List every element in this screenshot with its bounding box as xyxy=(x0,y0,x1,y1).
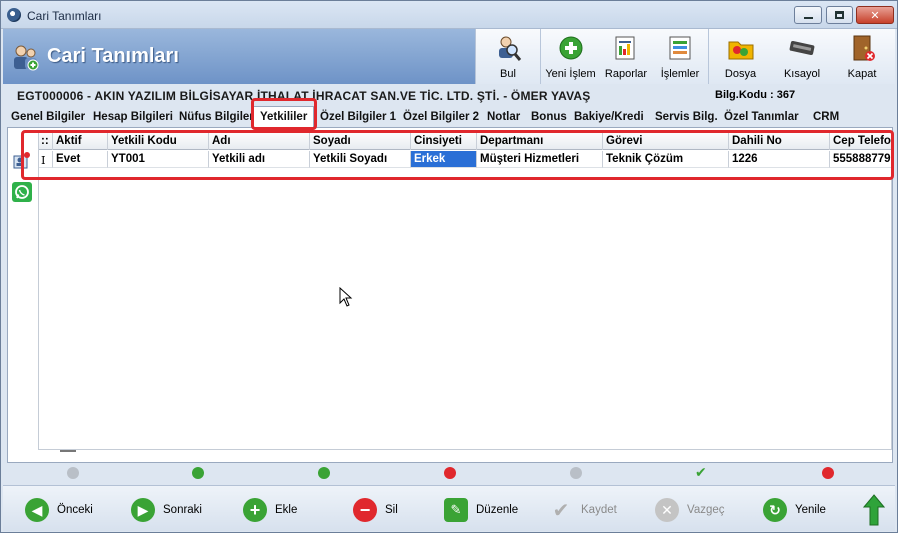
page-title: Cari Tanımları xyxy=(47,45,179,67)
close-button[interactable]: ✕ xyxy=(856,6,894,24)
refresh-icon: ↻ xyxy=(763,498,787,522)
arrow-left-icon: ◀ xyxy=(25,498,49,522)
arrow-up-icon[interactable] xyxy=(863,494,885,526)
new-transaction-label: Yeni İşlem xyxy=(545,68,596,80)
nav-prev-icon[interactable] xyxy=(67,467,79,479)
whatsapp-icon[interactable] xyxy=(11,181,33,203)
close-form-button[interactable]: Kapat xyxy=(832,29,892,84)
shortcut-button[interactable]: Kısayol xyxy=(772,29,832,84)
tab-strip: Genel Bilgiler Hesap Bilgileri Nüfus Bil… xyxy=(3,106,895,128)
edit-label: Düzenle xyxy=(476,504,519,516)
tab-highlight-box xyxy=(251,98,317,130)
tab-bakiye-kredi[interactable]: Bakiye/Kredi xyxy=(572,108,646,127)
mouse-cursor-icon xyxy=(339,287,353,307)
app-icon xyxy=(7,8,21,22)
operations-button[interactable]: İşlemler xyxy=(652,29,708,84)
reports-label: Raporlar xyxy=(604,68,648,80)
record-info: EGT000006 - AKIN YAZILIM BİLGİSAYAR İTHA… xyxy=(3,85,895,105)
find-button[interactable]: Bul xyxy=(476,29,540,84)
grid-footer-marker xyxy=(60,450,76,452)
edit-button[interactable]: ✎ Düzenle xyxy=(444,496,518,524)
add-circle-icon xyxy=(559,36,582,60)
users-icon xyxy=(14,45,39,71)
shortcut-label: Kısayol xyxy=(783,68,821,80)
window-title: Cari Tanımları xyxy=(27,9,102,23)
cancel-button[interactable]: ✕ Vazgeç xyxy=(655,496,725,524)
tab-ozel-bilgiler-2[interactable]: Özel Bilgiler 2 xyxy=(401,108,481,127)
close-icon: ✕ xyxy=(870,9,880,22)
file-label: Dosya xyxy=(724,68,757,80)
tab-servis-bilg[interactable]: Servis Bilg. xyxy=(653,108,720,127)
nav-next-icon[interactable] xyxy=(192,467,204,479)
tab-ozel-bilgiler-1[interactable]: Özel Bilgiler 1 xyxy=(318,108,398,127)
title-bar: Cari Tanımları ✕ xyxy=(1,1,897,29)
edit-icon: ✎ xyxy=(444,498,468,522)
checkmark-icon: ✔ xyxy=(552,499,570,522)
nav-confirm-icon[interactable]: ✔ xyxy=(695,464,707,481)
tab-nufus-bilgiler[interactable]: Nüfus Bilgiler xyxy=(177,108,256,127)
exit-door-icon xyxy=(853,35,875,61)
tab-hesap-bilgileri[interactable]: Hesap Bilgileri xyxy=(91,108,175,127)
next-label: Sonraki xyxy=(163,504,202,516)
previous-label: Önceki xyxy=(57,504,93,516)
tab-ozel-tanimlar[interactable]: Özel Tanımlar xyxy=(722,108,801,127)
refresh-button[interactable]: ↻ Yenile xyxy=(763,496,826,524)
main-window: Cari Tanımları ✕ Cari Tanımları Bul Yeni… xyxy=(0,0,898,533)
next-button[interactable]: ▶ Sonraki xyxy=(131,496,202,524)
toolbar: Bul Yeni İşlem Raporlar İşlemler Dosya K… xyxy=(475,29,895,84)
header: Cari Tanımları Bul Yeni İşlem Raporlar İ… xyxy=(3,29,895,84)
refresh-label: Yenile xyxy=(795,504,826,516)
delete-label: Sil xyxy=(385,504,398,516)
info-code: Bilg.Kodu : 367 xyxy=(715,89,796,101)
nav-edit-icon[interactable] xyxy=(570,467,582,479)
tab-crm[interactable]: CRM xyxy=(811,108,841,127)
add-label: Ekle xyxy=(275,504,298,516)
list-icon xyxy=(669,36,691,60)
cancel-x-icon: ✕ xyxy=(655,498,679,522)
save-label: Kaydet xyxy=(581,504,617,516)
keyboard-icon xyxy=(789,40,815,56)
folder-icon xyxy=(728,41,753,60)
minus-icon: − xyxy=(353,498,377,522)
delete-button[interactable]: − Sil xyxy=(353,496,398,524)
search-person-icon xyxy=(499,36,522,61)
maximize-icon xyxy=(835,11,844,19)
file-button[interactable]: Dosya xyxy=(708,29,772,84)
find-label: Bul xyxy=(500,68,516,80)
tab-bonus[interactable]: Bonus xyxy=(529,108,569,127)
minimize-button[interactable] xyxy=(794,6,822,24)
nav-cancel-icon[interactable] xyxy=(822,467,834,479)
new-transaction-button[interactable]: Yeni İşlem xyxy=(540,29,600,84)
minimize-icon xyxy=(803,17,813,19)
bottom-action-bar: ◀ Önceki ▶ Sonraki + Ekle − Sil ✎ Düzenl… xyxy=(3,485,895,531)
nav-add-icon[interactable] xyxy=(318,467,330,479)
grid-navigator: ✔ xyxy=(3,463,895,483)
reports-button[interactable]: Raporlar xyxy=(600,29,652,84)
nav-delete-icon[interactable] xyxy=(444,467,456,479)
close-form-label: Kapat xyxy=(847,68,877,80)
previous-button[interactable]: ◀ Önceki xyxy=(25,496,93,524)
report-icon xyxy=(615,36,635,60)
add-button[interactable]: + Ekle xyxy=(243,496,297,524)
maximize-button[interactable] xyxy=(826,6,853,24)
grid-highlight-box xyxy=(21,130,894,180)
save-button[interactable]: ✔ Kaydet xyxy=(549,496,617,524)
operations-label: İşlemler xyxy=(660,68,700,80)
plus-icon: + xyxy=(243,498,267,522)
cancel-label: Vazgeç xyxy=(687,504,725,516)
tab-notlar[interactable]: Notlar xyxy=(485,108,522,127)
arrow-right-icon: ▶ xyxy=(131,498,155,522)
tab-genel-bilgiler[interactable]: Genel Bilgiler xyxy=(9,108,87,127)
